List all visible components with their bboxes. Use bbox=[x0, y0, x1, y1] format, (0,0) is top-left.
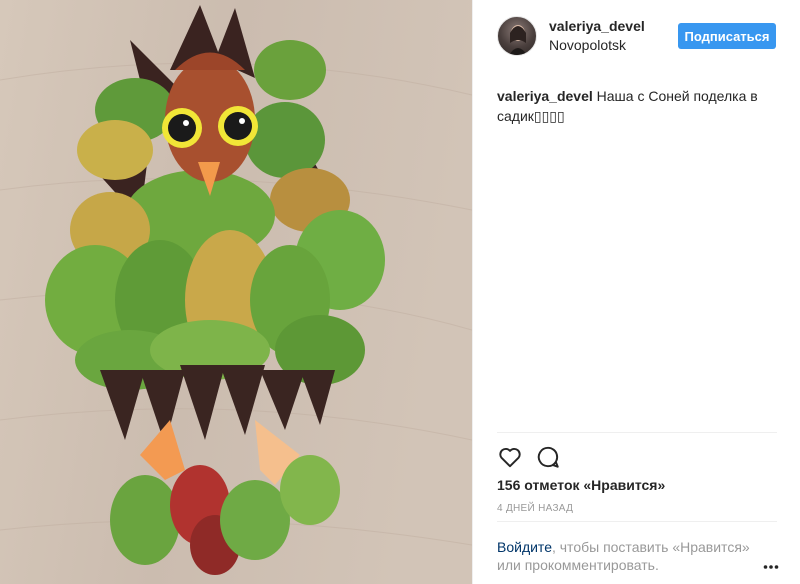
header-username[interactable]: valeriya_devel bbox=[549, 18, 645, 34]
heart-icon[interactable] bbox=[497, 444, 523, 470]
avatar-photo-icon bbox=[509, 25, 527, 55]
caption-username[interactable]: valeriya_devel bbox=[497, 88, 593, 104]
more-dots-icon[interactable] bbox=[763, 557, 779, 569]
leaf-owl-image bbox=[0, 0, 472, 584]
follow-button[interactable]: Подписаться bbox=[678, 23, 776, 49]
post-sidebar: valeriya_devel Novopolotsk Подписаться v… bbox=[472, 0, 800, 584]
avatar[interactable] bbox=[497, 16, 537, 56]
login-prompt: Войдите, чтобы поставить «Нравится» или … bbox=[497, 538, 757, 574]
post-photo bbox=[0, 0, 472, 584]
post-header: valeriya_devel Novopolotsk Подписаться bbox=[473, 0, 800, 72]
divider bbox=[497, 432, 777, 433]
divider bbox=[497, 521, 777, 522]
post-timestamp[interactable]: 4 ДНЕЙ НАЗАД bbox=[497, 503, 573, 514]
login-link[interactable]: Войдите bbox=[497, 539, 552, 555]
header-location[interactable]: Novopolotsk bbox=[549, 37, 626, 53]
post-actions bbox=[497, 444, 777, 470]
likes-count[interactable]: 156 отметок «Нравится» bbox=[497, 477, 665, 493]
comment-icon[interactable] bbox=[535, 444, 561, 470]
post-caption: valeriya_devel Наша с Соней поделка в са… bbox=[497, 86, 767, 126]
